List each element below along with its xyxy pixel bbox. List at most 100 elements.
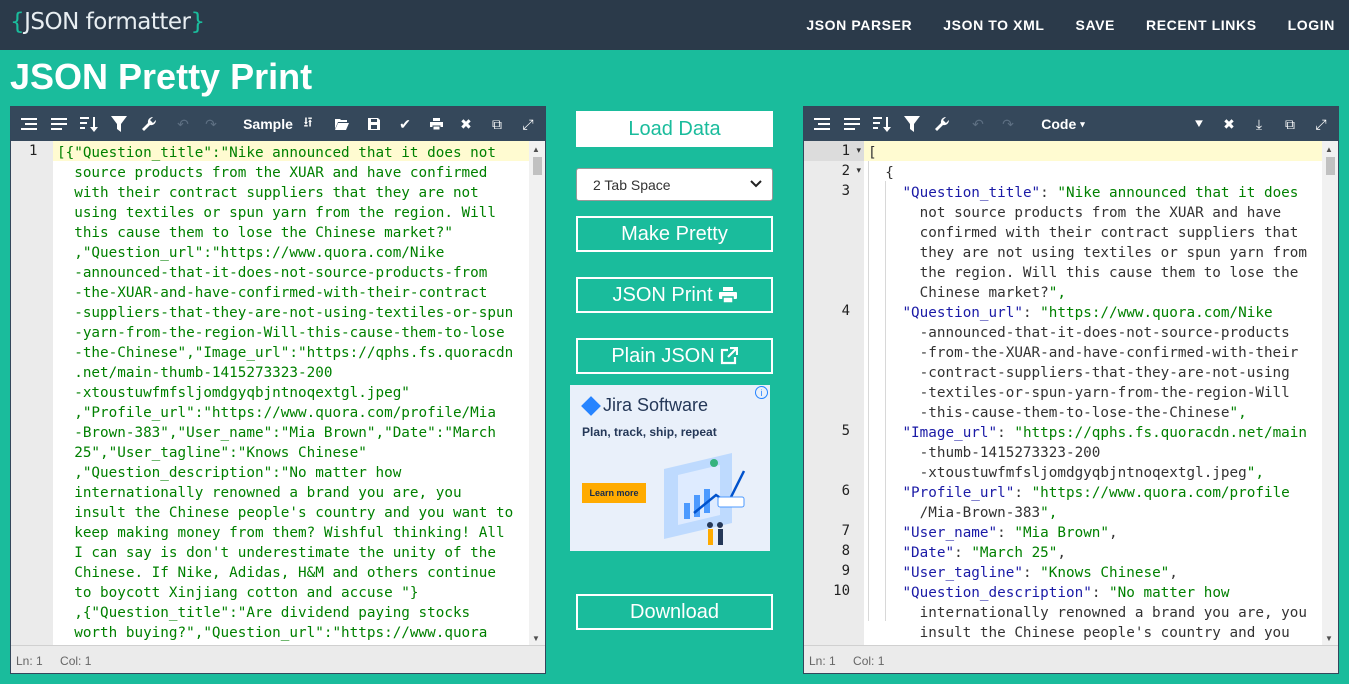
line-number: 8	[841, 543, 850, 559]
clear-close-icon[interactable]: ✖	[455, 107, 477, 141]
mode-select-label[interactable]: Code ▾	[1038, 107, 1088, 141]
scroll-thumb[interactable]	[1326, 157, 1335, 175]
filter-icon[interactable]	[107, 107, 131, 141]
input-status-bar: Ln: 1 Col: 1	[11, 645, 545, 673]
json-print-button[interactable]: JSON Print	[576, 277, 773, 313]
jira-logo-icon	[581, 395, 601, 416]
plain-json-button[interactable]: Plain JSON	[576, 338, 773, 374]
status-line: Ln: 1	[809, 654, 836, 668]
ad-learn-more-button[interactable]: Learn more	[582, 483, 646, 503]
tab-space-select[interactable]: 2 Tab Space	[576, 168, 773, 201]
code-line: -thumb-1415273323-200	[868, 445, 1101, 461]
json-print-label: JSON Print	[612, 283, 713, 306]
code-line: -textiles-or-spun-yarn-from-the-region-W…	[868, 385, 1290, 401]
line-number: 9	[841, 563, 850, 579]
nav-json-to-xml[interactable]: JSON TO XML	[943, 17, 1044, 33]
input-editor: ↶ ↷ Sample ⭿ ✔ ✖ ⧉ ⤢ 1 [{"Question_title…	[10, 106, 546, 674]
input-scrollbar[interactable]: ▲ ▼	[529, 141, 545, 645]
scroll-up-arrow-icon[interactable]: ▲	[532, 145, 540, 154]
output-editor: ↶ ↷ Code ▾ ⯆ ✖ ⤓ ⧉ ⤢ 1 ▾ 2 ▾ 3 4 5 6 7 8 9 10 [ { "…	[803, 106, 1339, 674]
output-scrollbar[interactable]: ▲ ▼	[1322, 141, 1338, 645]
active-line-highlight	[864, 141, 1322, 161]
code-line: -suppliers-that-they-are-not-using-texti…	[57, 305, 514, 321]
load-data-button[interactable]: Load Data	[576, 111, 773, 147]
code-line: worth buying?","Question_url":"https://w…	[57, 625, 488, 641]
compact-icon[interactable]	[47, 107, 71, 141]
logo-text: JSON formatter	[24, 9, 191, 35]
fullscreen-icon[interactable]: ⤢	[517, 107, 539, 141]
code-line: "Question_url": "https://www.quora.com/N…	[902, 305, 1273, 321]
nav-save[interactable]: SAVE	[1076, 17, 1116, 33]
nav-json-parser[interactable]: JSON PARSER	[806, 17, 912, 33]
redo-icon[interactable]: ↷	[996, 107, 1020, 141]
fold-toggle-icon[interactable]: ▾	[856, 165, 861, 176]
undo-icon[interactable]: ↶	[966, 107, 990, 141]
code-line: [{"Question_title":"Nike announced that …	[57, 145, 496, 161]
redo-icon[interactable]: ↷	[199, 107, 223, 141]
code-line: -this-cause-them-to-lose-the-Chinese",	[868, 405, 1247, 421]
input-code-area[interactable]: [{"Question_title":"Nike announced that …	[53, 141, 529, 645]
sort-icon[interactable]	[77, 107, 101, 141]
sample-button[interactable]: Sample	[241, 107, 295, 141]
code-line: with their contract suppliers that they …	[57, 185, 479, 201]
code-line: Chinese. If Nike, Adidas, H&M and others…	[57, 565, 496, 581]
make-pretty-button[interactable]: Make Pretty	[576, 216, 773, 252]
usb-upload-icon[interactable]: ⭿	[297, 107, 319, 141]
repair-wrench-icon[interactable]	[137, 107, 161, 141]
code-line: "Image_url": "https://qphs.fs.quoracdn.n…	[902, 425, 1307, 441]
line-number: 2	[841, 163, 850, 179]
code-line: ,{"Question_title":"Are dividend paying …	[57, 605, 471, 621]
format-icon[interactable]	[810, 107, 834, 141]
sort-icon[interactable]	[870, 107, 894, 141]
copy-icon[interactable]: ⧉	[1279, 107, 1301, 141]
code-line: -from-the-XUAR-and-have-confirmed-with-t…	[868, 345, 1299, 361]
ad-illustration	[664, 453, 746, 545]
nav-login[interactable]: LOGIN	[1288, 17, 1335, 33]
scroll-up-arrow-icon[interactable]: ▲	[1325, 145, 1333, 154]
repair-wrench-icon[interactable]	[930, 107, 954, 141]
code-line: -yarn-from-the-region-Will-this-cause-th…	[57, 325, 505, 341]
output-code-area[interactable]: [ { "Question_title": "Nike announced th…	[864, 141, 1322, 645]
clear-close-icon[interactable]: ✖	[1218, 107, 1240, 141]
save-disk-icon[interactable]	[363, 107, 385, 141]
code-line: to boycott Xinjiang cotton and accuse "}	[57, 585, 419, 601]
main-nav: JSON PARSER JSON TO XML SAVE RECENT LINK…	[806, 17, 1335, 33]
line-number: 3	[841, 183, 850, 199]
chevron-down-icon	[750, 179, 762, 191]
ad-brand-name: Jira Software	[603, 395, 709, 415]
scroll-down-arrow-icon[interactable]: ▼	[532, 634, 540, 643]
line-number: 4	[841, 303, 850, 319]
tab-space-selected: 2 Tab Space	[593, 176, 671, 193]
collapse-icon[interactable]: ⯆	[1188, 107, 1210, 141]
nav-recent-links[interactable]: RECENT LINKS	[1146, 17, 1257, 33]
ad-info-icon[interactable]: i	[755, 386, 768, 399]
logo-brace-close: }	[190, 9, 206, 35]
filter-icon[interactable]	[900, 107, 924, 141]
code-line: ,"Question_description":"No matter how	[57, 465, 402, 481]
input-editor-toolbar: ↶ ↷ Sample ⭿ ✔ ✖ ⧉ ⤢	[11, 107, 545, 141]
fullscreen-icon[interactable]: ⤢	[1310, 107, 1332, 141]
download-icon[interactable]: ⤓	[1248, 107, 1270, 141]
scroll-thumb[interactable]	[533, 157, 542, 175]
code-line: ,"Profile_url":"https://www.quora.com/pr…	[57, 405, 496, 421]
undo-icon[interactable]: ↶	[171, 107, 195, 141]
format-icon[interactable]	[17, 107, 41, 141]
compact-icon[interactable]	[840, 107, 864, 141]
site-logo[interactable]: {JSON formatter}	[10, 9, 205, 35]
print-icon[interactable]	[425, 107, 447, 141]
code-line: confirmed with their contract suppliers …	[868, 225, 1299, 241]
open-folder-icon[interactable]	[331, 107, 353, 141]
code-line: the region. Will this cause them to lose…	[868, 265, 1299, 281]
code-line: keep making money from them? Wishful thi…	[57, 525, 505, 541]
logo-brace-open: {	[10, 9, 25, 35]
copy-icon[interactable]: ⧉	[486, 107, 508, 141]
line-number: 1	[29, 143, 38, 159]
fold-toggle-icon[interactable]: ▾	[856, 145, 861, 156]
status-line: Ln: 1	[16, 654, 43, 668]
line-number: 7	[841, 523, 850, 539]
validate-check-icon[interactable]: ✔	[394, 107, 416, 141]
scroll-down-arrow-icon[interactable]: ▼	[1325, 634, 1333, 643]
input-line-gutter: 1	[11, 141, 53, 645]
download-button[interactable]: Download	[576, 594, 773, 630]
jira-advertisement[interactable]: Jira Software Plan, track, ship, repeat …	[570, 385, 770, 551]
